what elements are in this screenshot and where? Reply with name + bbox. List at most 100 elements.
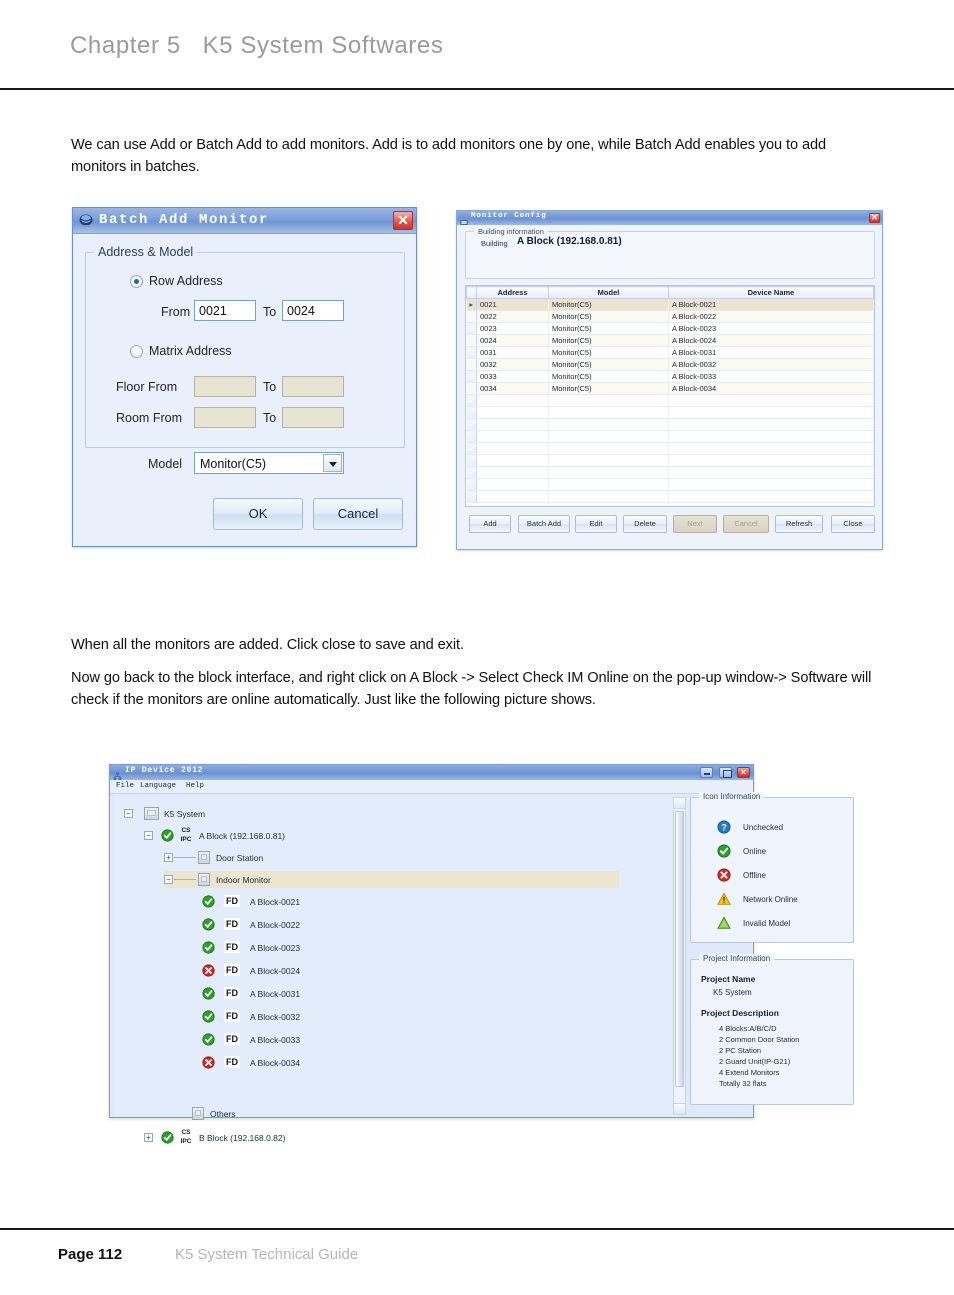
- empty-cell: [548, 478, 669, 491]
- row-marker: [466, 358, 477, 371]
- empty-cell: [548, 406, 669, 419]
- expand-icon[interactable]: +: [144, 1133, 153, 1142]
- table-row[interactable]: 0023 Monitor(C5) A Block-0023: [466, 322, 874, 335]
- row-marker: [466, 310, 477, 323]
- column-header-address[interactable]: Address: [476, 286, 549, 299]
- ok-button[interactable]: OK: [213, 498, 303, 530]
- row-marker: ▸: [466, 298, 477, 311]
- chapter-title: Chapter 5 K5 System Softwares: [70, 32, 444, 59]
- empty-cell: [476, 466, 549, 479]
- menu-help[interactable]: Help: [186, 782, 204, 790]
- matrix-address-label: Matrix Address: [149, 344, 232, 358]
- table-row[interactable]: 0031 Monitor(C5) A Block-0031: [466, 346, 874, 359]
- row-to-label: To: [263, 305, 277, 319]
- model-select[interactable]: Monitor(C5): [194, 452, 344, 474]
- project-description-heading: Project Description: [701, 1008, 779, 1018]
- row-marker: [466, 322, 477, 335]
- intro-paragraph: We can use Add or Batch Add to add monit…: [71, 137, 826, 175]
- close-icon[interactable]: ✕: [869, 213, 880, 223]
- table-row[interactable]: 0022 Monitor(C5) A Block-0022: [466, 310, 874, 323]
- empty-cell: [548, 466, 669, 479]
- add-button[interactable]: Add: [469, 515, 511, 533]
- table-empty-row: [466, 454, 874, 467]
- floor-to-input[interactable]: [282, 376, 344, 397]
- menu-language[interactable]: Language: [140, 782, 176, 790]
- table-row[interactable]: 0033 Monitor(C5) A Block-0033: [466, 370, 874, 383]
- menu-file[interactable]: File: [116, 782, 134, 790]
- scroll-down-icon[interactable]: [674, 1103, 685, 1114]
- tree-connector: [174, 857, 196, 858]
- tree-node-block-b-label: B Block (192.168.0.82): [199, 1133, 286, 1143]
- cell-model: Monitor(C5): [548, 298, 669, 311]
- icon-legend-row: Offline: [717, 868, 766, 884]
- config-button-row: Add Batch Add Edit Delete Next Cancel Refresh C…: [465, 515, 875, 535]
- tree-node-indoor-monitor[interactable]: − Indoor Monitor: [164, 871, 619, 888]
- cs-badge: CS: [181, 1129, 191, 1136]
- cancel-button[interactable]: Cancel: [313, 498, 403, 530]
- table-row[interactable]: 0032 Monitor(C5) A Block-0032: [466, 358, 874, 371]
- building-value: A Block (192.168.0.81): [517, 236, 622, 247]
- floor-to-label: To: [263, 380, 277, 394]
- table-row[interactable]: 0024 Monitor(C5) A Block-0024: [466, 334, 874, 347]
- project-information-legend: Project Information: [699, 954, 775, 963]
- online-status-icon: [202, 1033, 215, 1046]
- collapse-icon[interactable]: −: [164, 875, 173, 884]
- expand-icon[interactable]: +: [164, 853, 173, 862]
- room-to-input[interactable]: [282, 407, 344, 428]
- empty-cell: [476, 442, 549, 455]
- maximize-icon[interactable]: [718, 767, 732, 778]
- table-row[interactable]: ▸ 0021 Monitor(C5) A Block-0021: [466, 298, 874, 311]
- icon-legend-label: Network Online: [743, 895, 798, 904]
- close-icon[interactable]: ✕: [737, 767, 750, 778]
- matrix-address-radio[interactable]: [130, 345, 143, 358]
- edit-button[interactable]: Edit: [575, 515, 617, 533]
- empty-cell: [548, 394, 669, 407]
- menubar: File Language Help: [110, 780, 753, 794]
- cancel-button: Cancel: [723, 515, 769, 533]
- monitor-table-container[interactable]: Address Model Device Name ▸ 0021 Monitor(C…: [465, 285, 875, 507]
- icon-information-legend: Icon Information: [699, 792, 765, 801]
- delete-button[interactable]: Delete: [623, 515, 667, 533]
- empty-cell: [476, 454, 549, 467]
- close-icon[interactable]: ✕: [393, 211, 413, 230]
- chevron-down-icon[interactable]: [323, 454, 342, 472]
- tree-node-indoor-monitor-label: Indoor Monitor: [216, 875, 271, 885]
- batch-add-button[interactable]: Batch Add: [518, 515, 570, 533]
- row-address-radio[interactable]: [130, 275, 143, 288]
- table-empty-row: [466, 394, 874, 407]
- cell-model: Monitor(C5): [548, 382, 669, 395]
- empty-cell: [668, 466, 874, 479]
- online-status-icon: [202, 918, 215, 931]
- fd-badge: FD: [224, 918, 240, 930]
- information-panel: Icon Information ? Unchecked Online Offline…: [690, 792, 854, 1113]
- building-label: Building: [481, 239, 508, 248]
- minimize-icon[interactable]: [700, 767, 714, 778]
- collapse-icon[interactable]: −: [144, 831, 153, 840]
- empty-cell: [668, 406, 874, 419]
- model-label: Model: [148, 457, 183, 471]
- empty-cell: [668, 490, 874, 503]
- scroll-thumb[interactable]: [675, 811, 684, 1087]
- fd-badge: FD: [224, 895, 240, 907]
- table-empty-row: [466, 430, 874, 443]
- row-from-input[interactable]: 0021: [194, 300, 256, 321]
- table-row[interactable]: 0034 Monitor(C5) A Block-0034: [466, 382, 874, 395]
- row-to-input[interactable]: 0024: [282, 300, 344, 321]
- empty-cell: [466, 466, 477, 479]
- floor-from-input[interactable]: [194, 376, 256, 397]
- tree-node-monitor-label: A Block-0032: [250, 1012, 301, 1022]
- room-to-label: To: [263, 411, 277, 425]
- window-controls: ✕: [699, 767, 750, 778]
- collapse-icon[interactable]: −: [124, 809, 133, 818]
- column-header-device-name[interactable]: Device Name: [668, 286, 874, 299]
- refresh-button[interactable]: Refresh: [775, 515, 823, 533]
- tree-scrollbar[interactable]: [673, 797, 686, 1115]
- monitor-config-dialog: Monitor Config ✕ Building information Bu…: [456, 210, 883, 550]
- address-model-legend: Address & Model: [94, 245, 198, 259]
- cell-model: Monitor(C5): [548, 310, 669, 323]
- table-empty-row: [466, 490, 874, 503]
- close-button[interactable]: Close: [831, 515, 875, 533]
- column-header-model[interactable]: Model: [548, 286, 669, 299]
- room-from-input[interactable]: [194, 407, 256, 428]
- scroll-up-icon[interactable]: [674, 798, 685, 809]
